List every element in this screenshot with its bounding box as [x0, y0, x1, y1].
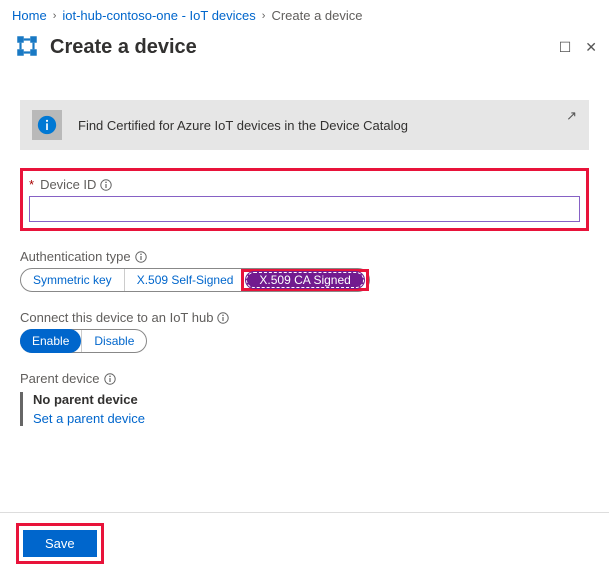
info-hint-icon[interactable] — [104, 373, 116, 385]
external-link-icon[interactable]: ↗ — [566, 108, 577, 124]
breadcrumb-home[interactable]: Home — [12, 8, 47, 23]
breadcrumb-current: Create a device — [271, 8, 362, 23]
connect-selector: Enable Disable — [20, 329, 147, 353]
auth-type-group: Authentication type Symmetric key X.509 … — [20, 249, 589, 292]
parent-device-none: No parent device — [33, 392, 589, 407]
info-banner-text: Find Certified for Azure IoT devices in … — [78, 118, 408, 133]
set-parent-device-link[interactable]: Set a parent device — [33, 411, 589, 426]
info-banner: Find Certified for Azure IoT devices in … — [20, 100, 589, 150]
info-hint-icon[interactable] — [100, 179, 112, 191]
title-bar: Create a device ☐ ✕ — [0, 29, 609, 72]
device-icon — [14, 33, 40, 62]
device-id-label: * Device ID — [29, 177, 580, 192]
auth-option-symmetric-key[interactable]: Symmetric key — [21, 269, 124, 291]
required-asterisk: * — [29, 177, 34, 192]
connect-label: Connect this device to an IoT hub — [20, 310, 589, 325]
highlight-device-id: * Device ID — [20, 168, 589, 231]
auth-type-selector: Symmetric key X.509 Self-Signed X.509 CA… — [20, 268, 370, 292]
connect-group: Connect this device to an IoT hub Enable… — [20, 310, 589, 353]
info-hint-icon[interactable] — [217, 312, 229, 324]
auth-type-label: Authentication type — [20, 249, 589, 264]
chevron-right-icon: › — [53, 10, 57, 22]
close-icon[interactable]: ✕ — [585, 39, 597, 56]
auth-option-x509-ca-signed[interactable]: X.509 CA Signed — [246, 272, 363, 288]
parent-device-label: Parent device — [20, 371, 589, 386]
parent-device-group: Parent device No parent device Set a par… — [20, 371, 589, 426]
maximize-icon[interactable]: ☐ — [559, 39, 572, 56]
save-button[interactable]: Save — [23, 530, 97, 557]
highlight-auth-selected: X.509 CA Signed — [241, 269, 368, 291]
highlight-save: Save — [16, 523, 104, 564]
info-hint-icon[interactable] — [135, 251, 147, 263]
auth-option-x509-self-signed[interactable]: X.509 Self-Signed — [124, 269, 246, 291]
info-icon — [32, 110, 62, 140]
chevron-right-icon: › — [262, 10, 266, 22]
connect-option-enable[interactable]: Enable — [20, 329, 81, 353]
breadcrumb: Home › iot-hub-contoso-one - IoT devices… — [0, 0, 609, 29]
connect-option-disable[interactable]: Disable — [81, 330, 146, 352]
device-id-input[interactable] — [29, 196, 580, 222]
page-title: Create a device — [50, 36, 549, 59]
breadcrumb-hub[interactable]: iot-hub-contoso-one - IoT devices — [62, 8, 255, 23]
footer: Save — [0, 512, 609, 574]
